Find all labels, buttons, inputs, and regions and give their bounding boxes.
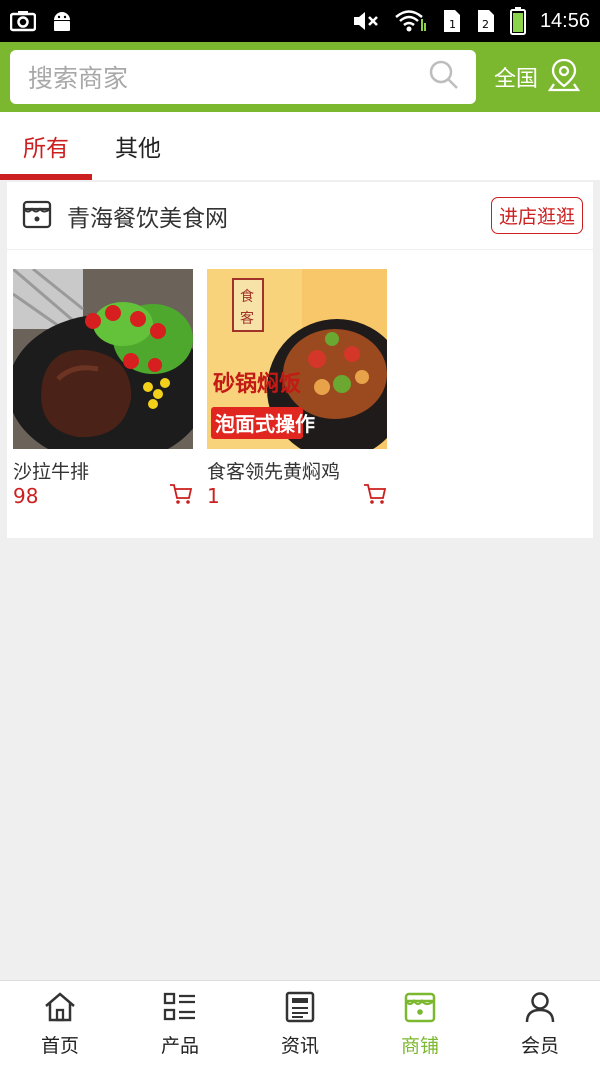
nav-label: 资讯	[280, 1034, 319, 1057]
cart-icon[interactable]	[363, 483, 387, 509]
search-input[interactable]: 搜索商家	[10, 50, 476, 104]
product-name: 食客领先黄焖鸡	[207, 461, 341, 483]
location-pin-icon	[547, 58, 581, 96]
product-card[interactable]: 食 客 砂锅焖饭 泡面式操作 食客领先黄焖鸡 1	[207, 269, 387, 509]
sim2-icon: 2	[476, 8, 496, 34]
svg-text:砂锅焖饭: 砂锅焖饭	[213, 371, 301, 397]
header: 搜索商家 全国	[0, 42, 600, 112]
tab-other[interactable]: 其他	[92, 112, 184, 180]
region-selector[interactable]: 全国	[494, 58, 581, 96]
bottom-nav: 首页 产品 资讯 商铺 会员	[0, 980, 600, 1067]
cart-icon[interactable]	[169, 483, 193, 509]
category-tabs: 所有 其他	[0, 112, 600, 180]
nav-label: 商铺	[400, 1034, 439, 1057]
svg-text:2: 2	[482, 18, 489, 31]
status-time: 14:56	[539, 9, 590, 32]
nav-member[interactable]: 会员	[480, 981, 600, 1067]
news-icon	[283, 991, 317, 1027]
search-placeholder: 搜索商家	[28, 64, 129, 93]
battery-icon	[509, 7, 526, 35]
shop-icon	[403, 991, 437, 1027]
android-icon	[50, 9, 74, 33]
product-footer: 1	[207, 483, 387, 509]
svg-text:客: 客	[240, 310, 254, 327]
status-bar: 1 2 14:56	[0, 0, 600, 42]
svg-text:1: 1	[449, 18, 456, 31]
product-image-steak[interactable]	[13, 269, 193, 449]
svg-text:泡面式操作: 泡面式操作	[215, 412, 315, 436]
mute-icon	[352, 10, 380, 32]
product-footer: 98	[13, 483, 193, 509]
shop-name: 青海餐饮美食网	[67, 205, 228, 232]
shop-title[interactable]: 青海餐饮美食网	[21, 198, 228, 234]
nav-label: 产品	[160, 1034, 199, 1057]
search-icon[interactable]	[428, 59, 460, 95]
product-card[interactable]: 沙拉牛排 98	[13, 269, 193, 509]
nav-products[interactable]: 产品	[120, 981, 240, 1067]
product-price: 98	[13, 484, 39, 508]
product-name: 沙拉牛排	[13, 461, 90, 483]
tab-all[interactable]: 所有	[0, 112, 92, 180]
home-icon	[43, 991, 77, 1027]
wifi-icon	[394, 9, 428, 33]
status-right: 1 2 14:56	[352, 7, 590, 35]
screenshot-icon	[10, 10, 36, 32]
product-price: 1	[207, 484, 220, 508]
nav-label: 会员	[520, 1034, 559, 1057]
status-left	[10, 9, 74, 33]
nav-shops[interactable]: 商铺	[360, 981, 480, 1067]
product-image-chicken[interactable]: 食 客 砂锅焖饭 泡面式操作	[207, 269, 387, 449]
nav-news[interactable]: 资讯	[240, 981, 360, 1067]
member-icon	[523, 991, 557, 1027]
product-list-icon	[163, 991, 197, 1027]
nav-home[interactable]: 首页	[0, 981, 120, 1067]
store-icon	[21, 198, 53, 234]
visit-store-button[interactable]: 进店逛逛	[490, 197, 583, 234]
svg-text:食: 食	[240, 288, 254, 305]
shop-card: 青海餐饮美食网 进店逛逛 沙拉牛排 98 食 客 砂锅焖饭 泡面式操作 食客领先…	[7, 182, 593, 538]
shop-header: 青海餐饮美食网 进店逛逛	[7, 182, 593, 250]
region-label: 全国	[494, 67, 539, 92]
sim1-icon: 1	[442, 8, 462, 34]
nav-label: 首页	[40, 1034, 79, 1057]
product-grid: 沙拉牛排 98 食 客 砂锅焖饭 泡面式操作 食客领先黄焖鸡 1	[7, 250, 593, 509]
